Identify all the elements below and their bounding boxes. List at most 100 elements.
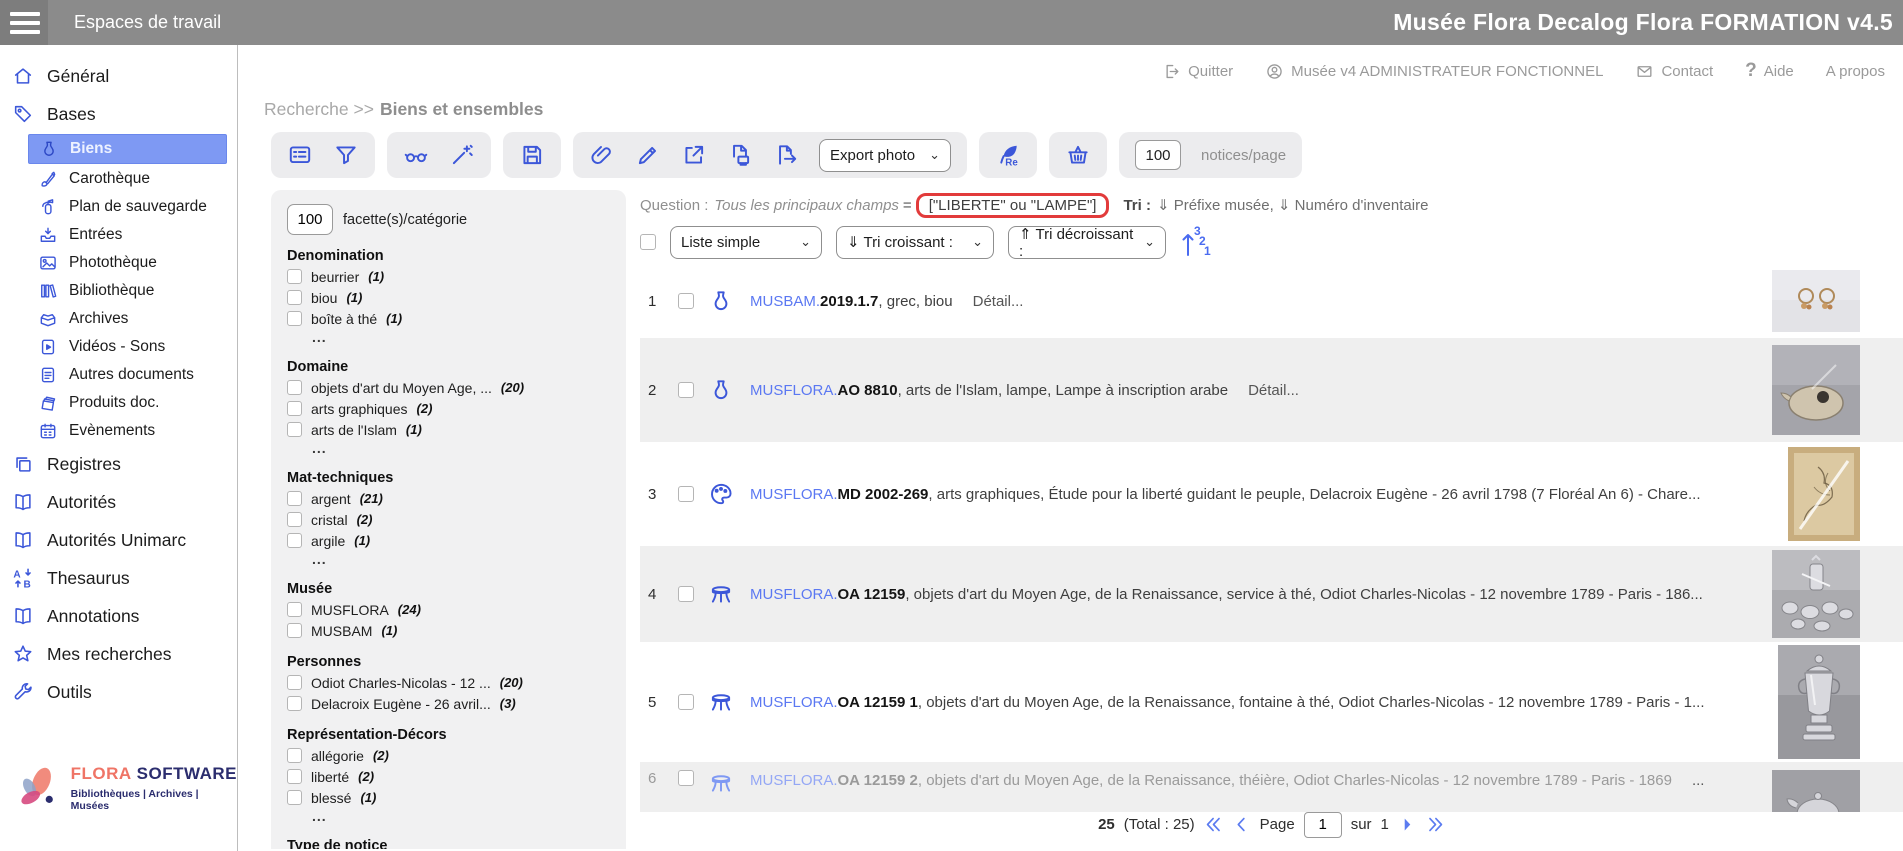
display-settings-button[interactable] (287, 142, 313, 168)
row-checkbox[interactable] (678, 382, 694, 398)
sort-descending-select[interactable]: ⇑ Tri décroissant :⌄ (1008, 226, 1166, 259)
sidebar-item-registres[interactable]: Registres (0, 445, 237, 483)
sidebar-item-autorites-unimarc[interactable]: Autorités Unimarc (0, 521, 237, 559)
checkbox[interactable] (287, 602, 302, 617)
thumbnail[interactable] (1788, 447, 1860, 541)
facet-item[interactable]: MUSFLORA(24) (287, 599, 610, 620)
facet-more-link[interactable]: ... (287, 329, 610, 346)
row-checkbox[interactable] (678, 694, 694, 710)
facet-item[interactable]: blessé(1) (287, 787, 610, 808)
sidebar-item-biens[interactable]: Biens (28, 134, 227, 164)
facet-more-link[interactable]: ... (287, 808, 610, 825)
facet-item[interactable]: Delacroix Eugène - 26 avril...(3) (287, 693, 610, 714)
sort-ascending-select[interactable]: ⇓ Tri croissant :⌄ (836, 226, 994, 259)
last-page-button[interactable] (1426, 815, 1445, 834)
checkbox[interactable] (287, 769, 302, 784)
thumbnail[interactable] (1772, 270, 1860, 332)
sidebar-item-bases[interactable]: Bases (0, 95, 237, 133)
select-all-checkbox[interactable] (640, 234, 656, 250)
result-row[interactable]: 6 MUSFLORA.OA 12159 2, objets d'art du M… (640, 762, 1903, 812)
checkbox[interactable] (287, 748, 302, 763)
checkbox[interactable] (287, 290, 302, 305)
magic-wand-button[interactable] (449, 142, 475, 168)
result-row[interactable]: 1 MUSBAM.2019.1.7, grec, biouDétail... (640, 264, 1903, 338)
facet-count-input[interactable] (287, 204, 333, 235)
workspace-label[interactable]: Espaces de travail (74, 12, 221, 33)
result-row[interactable]: 5 MUSFLORA.OA 12159 1, objets d'art du M… (640, 642, 1903, 762)
sidebar-item-general[interactable]: Général (0, 57, 237, 95)
checkbox[interactable] (287, 401, 302, 416)
user-account[interactable]: Musée v4 ADMINISTRATEUR FONCTIONNEL (1265, 62, 1603, 81)
first-page-button[interactable] (1204, 815, 1223, 834)
thumbnail[interactable] (1778, 645, 1860, 759)
export-photo-select[interactable]: Export photo⌄ (819, 139, 951, 172)
thumbnail[interactable] (1772, 345, 1860, 435)
quitter-link[interactable]: Quitter (1162, 62, 1233, 81)
checkbox[interactable] (287, 696, 302, 711)
display-mode-select[interactable]: Liste simple⌄ (670, 226, 822, 259)
checkbox[interactable] (287, 422, 302, 437)
previous-page-button[interactable] (1232, 815, 1251, 834)
sidebar-item-thesaurus[interactable]: AB Thesaurus (0, 559, 237, 597)
row-checkbox[interactable] (678, 586, 694, 602)
page-number-input[interactable] (1304, 812, 1342, 838)
sidebar-item-carotheque[interactable]: Carothèque (0, 165, 237, 193)
save-button[interactable] (519, 142, 545, 168)
sidebar-item-bibliotheque[interactable]: Bibliothèque (0, 277, 237, 305)
sidebar-item-archives[interactable]: Archives (0, 305, 237, 333)
sidebar-item-phototheque[interactable]: Photothèque (0, 249, 237, 277)
facet-item[interactable]: arts graphiques(2) (287, 398, 610, 419)
checkbox[interactable] (287, 675, 302, 690)
aide-link[interactable]: ? Aide (1745, 60, 1794, 82)
row-checkbox[interactable] (678, 486, 694, 502)
facet-item[interactable]: objets d'art du Moyen Age, ...(20) (287, 377, 610, 398)
thumbnail[interactable] (1772, 770, 1860, 812)
detail-link[interactable]: Détail... (1248, 382, 1299, 399)
facet-item[interactable]: biou(1) (287, 287, 610, 308)
open-external-button[interactable] (681, 142, 707, 168)
museum-code-link[interactable]: MUSBAM. (750, 293, 820, 310)
museum-code-link[interactable]: MUSFLORA. (750, 486, 838, 503)
view-button[interactable] (403, 142, 429, 168)
checkbox[interactable] (287, 623, 302, 638)
facet-more-link[interactable]: ... (287, 440, 610, 457)
basket-button[interactable] (1065, 142, 1091, 168)
sidebar-item-autorites[interactable]: Autorités (0, 483, 237, 521)
edit-button[interactable] (635, 142, 661, 168)
result-row[interactable]: 2 MUSFLORA.AO 8810, arts de l'Islam, lam… (640, 338, 1903, 442)
sidebar-item-entrees[interactable]: Entrées (0, 221, 237, 249)
checkbox[interactable] (287, 790, 302, 805)
facet-item[interactable]: MUSBAM(1) (287, 620, 610, 641)
sidebar-item-plan-sauvegarde[interactable]: Plan de sauvegarde (0, 193, 237, 221)
sidebar-item-mes-recherches[interactable]: Mes recherches (0, 635, 237, 673)
museum-code-link[interactable]: MUSFLORA. (750, 772, 838, 789)
detail-link[interactable]: Détail... (973, 293, 1024, 310)
facet-item[interactable]: argent(21) (287, 488, 610, 509)
filter-button[interactable] (333, 142, 359, 168)
row-checkbox[interactable] (678, 293, 694, 309)
sidebar-item-annotations[interactable]: Annotations (0, 597, 237, 635)
checkbox[interactable] (287, 311, 302, 326)
hamburger-menu-icon[interactable] (0, 0, 48, 45)
attachment-button[interactable] (589, 142, 615, 168)
contact-link[interactable]: Contact (1635, 62, 1713, 81)
facet-item[interactable]: boîte à thé(1) (287, 308, 610, 329)
detail-link[interactable]: ... (1692, 772, 1705, 789)
row-checkbox[interactable] (678, 770, 694, 786)
checkbox[interactable] (287, 491, 302, 506)
sidebar-item-videos-sons[interactable]: Vidéos - Sons (0, 333, 237, 361)
notices-per-page-input[interactable] (1135, 140, 1181, 170)
facet-item[interactable]: argile(1) (287, 530, 610, 551)
new-search-button[interactable]: Re (995, 142, 1021, 168)
print-page-button[interactable] (727, 142, 753, 168)
checkbox[interactable] (287, 269, 302, 284)
museum-code-link[interactable]: MUSFLORA. (750, 382, 838, 399)
sidebar-item-evenements[interactable]: Evènements (0, 417, 237, 445)
facet-item[interactable]: allégorie(2) (287, 745, 610, 766)
sort-order-icon[interactable]: 321 (1180, 225, 1212, 259)
sidebar-item-autres-documents[interactable]: Autres documents (0, 361, 237, 389)
checkbox[interactable] (287, 533, 302, 548)
result-row[interactable]: 3 MUSFLORA.MD 2002-269, arts graphiques,… (640, 442, 1903, 546)
facet-more-link[interactable]: ... (287, 551, 610, 568)
export-page-button[interactable] (773, 142, 799, 168)
